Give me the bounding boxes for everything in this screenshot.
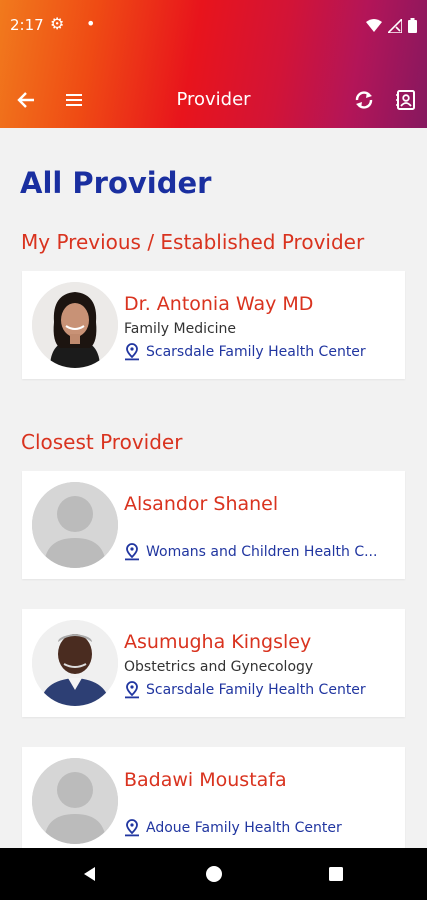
provider-specialty: Family Medicine — [124, 321, 237, 337]
provider-name[interactable]: Badawi Moustafa — [124, 769, 287, 791]
toolbar: Provider — [0, 84, 427, 116]
status-icons — [366, 18, 417, 33]
provider-card[interactable]: Dr. Antonia Way MD Family Medicine Scars… — [22, 271, 405, 379]
nav-home-icon[interactable] — [202, 862, 226, 886]
provider-avatar-placeholder — [32, 758, 118, 844]
status-bar: 2:17 ⚙ • — [10, 14, 417, 40]
system-navigation-bar — [0, 848, 427, 900]
section-previous-provider: My Previous / Established Provider — [21, 230, 365, 254]
provider-location-text: Scarsdale Family Health Center — [146, 344, 366, 360]
nav-recents-icon[interactable] — [324, 862, 348, 886]
refresh-icon[interactable] — [350, 86, 378, 114]
provider-card[interactable]: Alsandor Shanel Womans and Children Heal… — [22, 471, 405, 579]
provider-avatar-placeholder — [32, 482, 118, 568]
provider-specialty: Obstetrics and Gynecology — [124, 659, 314, 675]
location-pin-icon — [125, 343, 139, 361]
provider-location-text: Scarsdale Family Health Center — [146, 682, 366, 698]
contact-card-icon[interactable] — [392, 86, 420, 114]
location-pin-icon — [125, 681, 139, 699]
provider-location-text: Adoue Family Health Center — [146, 820, 342, 836]
provider-location-text: Womans and Children Health C... — [146, 544, 378, 560]
provider-location[interactable]: Adoue Family Health Center — [124, 819, 394, 837]
battery-icon — [408, 18, 417, 33]
provider-avatar-photo — [32, 282, 118, 368]
section-closest-provider: Closest Provider — [21, 430, 183, 454]
app-bar: 2:17 ⚙ • Provider — [0, 0, 427, 128]
provider-name[interactable]: Alsandor Shanel — [124, 493, 278, 515]
wifi-icon — [366, 18, 382, 32]
notification-dot-icon: • — [86, 14, 96, 33]
provider-avatar-photo — [32, 620, 118, 706]
status-time: 2:17 — [10, 16, 44, 34]
provider-name[interactable]: Dr. Antonia Way MD — [124, 293, 313, 315]
signal-icon — [388, 18, 402, 33]
provider-card[interactable]: Asumugha Kingsley Obstetrics and Gynecol… — [22, 609, 405, 717]
provider-location[interactable]: Womans and Children Health C... — [124, 543, 394, 561]
provider-name[interactable]: Asumugha Kingsley — [124, 631, 311, 653]
provider-location[interactable]: Scarsdale Family Health Center — [124, 681, 394, 699]
nav-back-icon[interactable] — [78, 862, 102, 886]
location-pin-icon — [125, 819, 139, 837]
settings-gear-icon: ⚙ — [50, 14, 65, 33]
page-title: All Provider — [20, 166, 212, 200]
location-pin-icon — [125, 543, 139, 561]
provider-location[interactable]: Scarsdale Family Health Center — [124, 343, 394, 361]
provider-card[interactable]: Badawi Moustafa Adoue Family Health Cent… — [22, 747, 405, 855]
